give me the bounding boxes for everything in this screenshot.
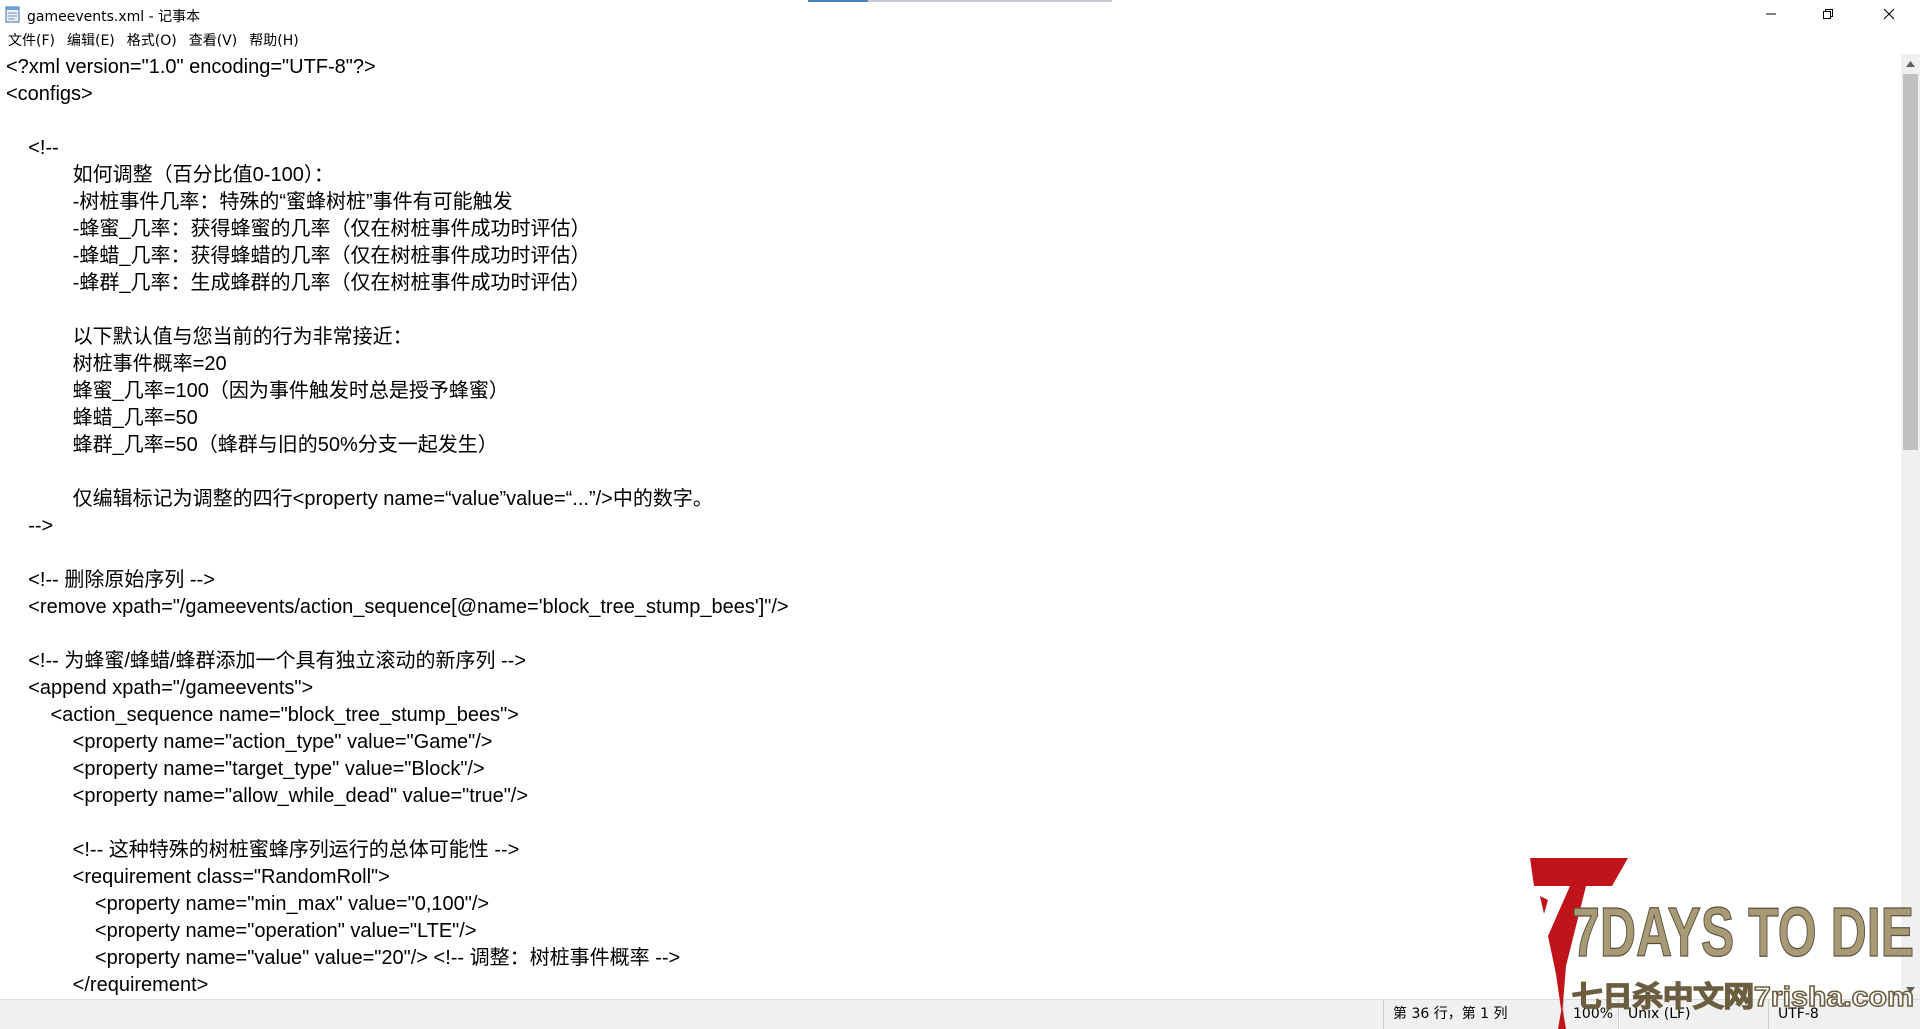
code-line: --> [6, 515, 54, 537]
code-line: 蜂蜡_几率=50 [6, 407, 198, 429]
code-line: <property name="value" value="20"/> <!--… [6, 947, 681, 969]
minimize-button[interactable] [1744, 0, 1798, 28]
window-title: gameevents.xml - 记事本 [27, 9, 201, 25]
chevron-up-icon [1906, 60, 1915, 67]
code-line: <remove xpath="/gameevents/action_sequen… [6, 596, 789, 618]
close-icon [1883, 8, 1895, 20]
editor-content[interactable]: <?xml version="1.0" encoding="UTF-8"?> <c… [6, 54, 789, 999]
menu-edit[interactable]: 编辑(E) [61, 30, 121, 52]
minimize-icon [1766, 13, 1776, 15]
vertical-scrollbar[interactable] [1901, 54, 1920, 999]
scroll-thumb[interactable] [1903, 74, 1918, 450]
code-line: -树桩事件几率：特殊的“蜜蜂树桩”事件有可能触发 [6, 191, 513, 213]
code-line: <!-- 为蜂蜜/蜂蜡/蜂群添加一个具有独立滚动的新序列 --> [6, 650, 527, 672]
code-line: <!-- 这种特殊的树桩蜜蜂序列运行的总体可能性 --> [6, 839, 520, 861]
close-button[interactable] [1862, 0, 1916, 28]
code-line: -蜂群_几率：生成蜂群的几率（仅在树桩事件成功时评估） [6, 272, 591, 294]
code-line: 树桩事件概率=20 [6, 353, 227, 375]
scroll-down-button[interactable] [1901, 980, 1920, 999]
status-bar: 第 36 行，第 1 列 100% Unix (LF) UTF-8 [0, 999, 1920, 1029]
code-line: <requirement class="RandomRoll"> [6, 866, 390, 888]
code-line: <property name="min_max" value="0,100"/> [6, 893, 490, 915]
code-line: <action_sequence name="block_tree_stump_… [6, 704, 519, 726]
code-line: 以下默认值与您当前的行为非常接近： [6, 326, 413, 348]
code-line: 蜂群_几率=50（蜂群与旧的50%分支一起发生） [6, 434, 498, 456]
code-line: <property name="operation" value="LTE"/> [6, 920, 477, 942]
titlebar-strip [868, 0, 1112, 2]
code-line: <property name="allow_while_dead" value=… [6, 785, 529, 807]
code-line: <property name="target_type" value="Bloc… [6, 758, 485, 780]
code-line: <property name="action_type" value="Game… [6, 731, 493, 753]
code-line: <!-- [6, 137, 59, 159]
notepad-icon [5, 5, 21, 23]
code-line: <append xpath="/gameevents"> [6, 677, 314, 699]
menu-help[interactable]: 帮助(H) [243, 30, 304, 52]
titlebar-accent [808, 0, 868, 2]
restore-icon [1823, 9, 1833, 19]
menu-file[interactable]: 文件(F) [2, 30, 61, 52]
code-line: <!-- 删除原始序列 --> [6, 569, 215, 591]
code-line: 如何调整（百分比值0-100）： [6, 164, 334, 186]
code-line: <configs> [6, 83, 93, 105]
code-line: 仅编辑标记为调整的四行<property name=“value”value=“… [6, 488, 713, 510]
code-line: -蜂蜜_几率：获得蜂蜜的几率（仅在树桩事件成功时评估） [6, 218, 591, 240]
chevron-down-icon [1906, 986, 1915, 993]
text-editor[interactable]: <?xml version="1.0" encoding="UTF-8"?> <c… [0, 54, 1901, 999]
code-line: </requirement> [6, 974, 209, 996]
scroll-up-button[interactable] [1901, 54, 1920, 73]
status-line-ending: Unix (LF) [1618, 1000, 1768, 1029]
code-line: <?xml version="1.0" encoding="UTF-8"?> [6, 56, 376, 78]
menu-format[interactable]: 格式(O) [121, 30, 183, 52]
code-line: -蜂蜡_几率：获得蜂蜡的几率（仅在树桩事件成功时评估） [6, 245, 591, 267]
menu-view[interactable]: 查看(V) [183, 30, 244, 52]
menu-bar: 文件(F) 编辑(E) 格式(O) 查看(V) 帮助(H) [0, 28, 1920, 54]
title-bar: gameevents.xml - 记事本 [0, 0, 1920, 28]
code-line: 蜂蜜_几率=100（因为事件触发时总是授予蜂蜜） [6, 380, 509, 402]
restore-button[interactable] [1801, 0, 1855, 28]
status-encoding: UTF-8 [1768, 1000, 1920, 1029]
status-cursor-position: 第 36 行，第 1 列 [1383, 1000, 1563, 1029]
